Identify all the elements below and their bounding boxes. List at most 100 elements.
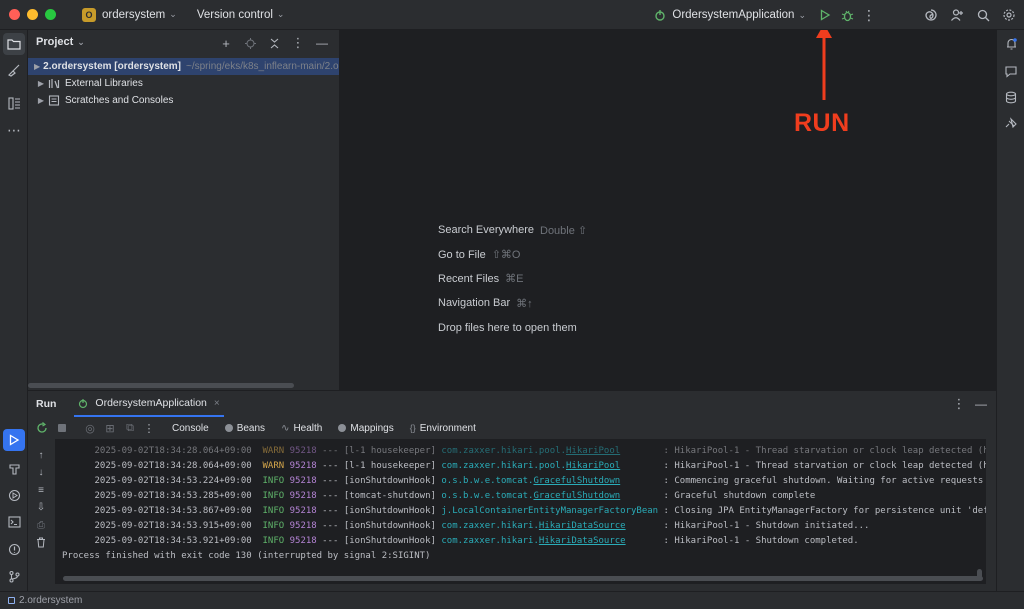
project-pane-title: Project <box>36 36 74 48</box>
problems-tool-button[interactable] <box>3 538 25 560</box>
more-actions-button[interactable]: ⋮ <box>858 4 880 26</box>
maximize-window-button[interactable] <box>45 9 56 20</box>
left-tool-stripe: ⋯ <box>0 30 28 591</box>
plug-icon <box>1005 117 1017 129</box>
locate-file-button[interactable] <box>239 32 261 54</box>
title-bar: O ordersystem ⌄ Version control ⌄ Orders… <box>0 0 1024 30</box>
structure-icon <box>7 96 20 110</box>
run-window-title: Run <box>36 398 57 410</box>
warning-circle-icon <box>8 543 20 555</box>
export-button[interactable]: ⊞ <box>102 417 118 439</box>
scroll-down-button[interactable]: ↓ <box>34 465 48 479</box>
project-tool-button[interactable] <box>3 33 25 55</box>
chevron-right-icon: ▶ <box>37 79 45 88</box>
rerun-button[interactable] <box>34 417 50 439</box>
log-line: 2025-09-02T18:34:53.285+09:00 INFO 95218… <box>94 491 816 501</box>
tab-mappings[interactable]: Mappings <box>332 418 399 438</box>
endpoints-button[interactable] <box>1000 112 1022 134</box>
camera-icon: ◎ <box>85 422 95 435</box>
vcs-label: Version control <box>196 8 273 21</box>
project-root-label: 2.ordersystem [ordersystem] <box>43 61 181 72</box>
run-toolbar: ◎ ⊞ ⧉ ⋮ Console Beans ∿ Health Mappings … <box>28 417 996 439</box>
project-horizontal-scrollbar[interactable] <box>28 383 294 388</box>
more-tools-button[interactable]: ⋯ <box>3 119 25 141</box>
log-line: 2025-09-02T18:34:53.921+09:00 INFO 95218… <box>94 536 859 546</box>
stop-button[interactable] <box>54 417 70 439</box>
project-switcher[interactable]: ordersystem ⌄ <box>102 9 177 21</box>
pulse-icon: ∿ <box>281 422 290 434</box>
run-tool-button[interactable] <box>3 429 25 451</box>
tab-console[interactable]: Console <box>166 418 215 438</box>
services-tool-button[interactable] <box>3 484 25 506</box>
tab-run-configuration[interactable]: OrdersystemApplication × <box>74 391 224 417</box>
run-tool-window: Run OrdersystemApplication × ⋮ — ◎ ⊞ ⧉ ⋮… <box>28 390 996 591</box>
scratch-icon <box>48 95 60 106</box>
trash-icon <box>37 537 45 547</box>
console-side-toolbar: ↑ ↓ ≡ ⇩ ⎙ <box>28 439 54 592</box>
console-output[interactable]: 2025-09-02T18:34:28.064+09:00 WARN 95218… <box>55 439 986 584</box>
services-icon <box>8 489 20 501</box>
structure-tool-button[interactable] <box>3 92 25 114</box>
run-button[interactable] <box>814 4 836 26</box>
console-horizontal-scrollbar[interactable] <box>63 576 983 581</box>
git-tool-button[interactable] <box>3 565 25 587</box>
run-config-selector[interactable]: OrdersystemApplication ⌄ <box>654 9 806 21</box>
print-button[interactable]: ⎙ <box>34 518 48 532</box>
soft-wrap-button[interactable]: ≡ <box>34 483 48 497</box>
editor-empty-hints: Search Everywhere Double ⇧ Go to File ⇧⌘… <box>438 218 587 340</box>
braces-icon: {} <box>409 423 416 433</box>
terminal-tool-button[interactable] <box>3 511 25 533</box>
restore-layout-button[interactable]: ⧉ <box>122 417 138 439</box>
vcs-menu[interactable]: Version control ⌄ <box>197 9 285 21</box>
pane-options-button[interactable]: ⋮ <box>287 32 309 54</box>
annotation-arrow-icon <box>816 30 832 100</box>
screenshot-button[interactable]: ◎ <box>82 417 98 439</box>
collapse-icon <box>270 38 278 48</box>
tab-health[interactable]: ∿ Health <box>275 418 328 438</box>
tab-beans[interactable]: Beans <box>219 418 271 438</box>
commit-tool-button[interactable] <box>3 59 25 81</box>
hide-run-window-button[interactable]: — <box>970 393 992 415</box>
run-options-button[interactable]: ⋮ <box>948 393 970 415</box>
search-button[interactable] <box>972 4 994 26</box>
clear-console-button[interactable] <box>34 535 48 549</box>
debug-button[interactable] <box>836 4 858 26</box>
chevron-down-icon: ⌄ <box>169 9 177 19</box>
add-user-button[interactable] <box>946 4 968 26</box>
window-controls <box>9 9 56 20</box>
status-breadcrumb[interactable]: 2.ordersystem <box>19 595 82 606</box>
spiral-icon <box>925 9 937 21</box>
arrow-down-icon: ↓ <box>38 466 44 478</box>
project-badge: O <box>82 7 96 22</box>
database-button[interactable] <box>1000 86 1022 108</box>
add-user-icon <box>951 9 963 21</box>
scroll-up-button[interactable]: ↑ <box>34 448 48 462</box>
settings-button[interactable] <box>998 4 1020 26</box>
hide-pane-button[interactable]: — <box>311 32 333 54</box>
tree-item-external-libraries[interactable]: ▶ External Libraries <box>28 75 339 92</box>
git-branch-icon <box>8 570 20 583</box>
minimize-window-button[interactable] <box>27 9 38 20</box>
editor-area: Search Everywhere Double ⇧ Go to File ⇧⌘… <box>340 30 996 390</box>
layout-icon: ⧉ <box>126 421 134 434</box>
more-vertical-icon: ⋮ <box>143 422 155 435</box>
run-window-header: Run OrdersystemApplication × ⋮ — <box>28 391 996 417</box>
close-tab-icon[interactable]: × <box>214 398 220 409</box>
module-icon <box>8 597 15 604</box>
collapse-all-button[interactable] <box>263 32 285 54</box>
tree-item-scratches[interactable]: ▶ Scratches and Consoles <box>28 92 339 109</box>
notifications-button[interactable] <box>1000 33 1022 55</box>
build-tool-button[interactable] <box>3 457 25 479</box>
printer-icon: ⎙ <box>37 519 45 531</box>
database-icon <box>1005 91 1017 103</box>
toolbar-more-button[interactable]: ⋮ <box>142 417 156 439</box>
close-window-button[interactable] <box>9 9 20 20</box>
tree-item-project-root[interactable]: ▶ 2.ordersystem [ordersystem] ~/spring/e… <box>28 58 339 75</box>
tab-environment[interactable]: {} Environment <box>404 418 482 438</box>
ai-assistant-button[interactable] <box>920 4 942 26</box>
hint-search-everywhere: Search Everywhere Double ⇧ <box>438 224 588 237</box>
scroll-to-end-button[interactable]: ⇩ <box>34 500 48 514</box>
folder-icon <box>7 39 21 50</box>
ai-chat-button[interactable] <box>1000 60 1022 82</box>
add-file-button[interactable]: + <box>215 32 237 54</box>
